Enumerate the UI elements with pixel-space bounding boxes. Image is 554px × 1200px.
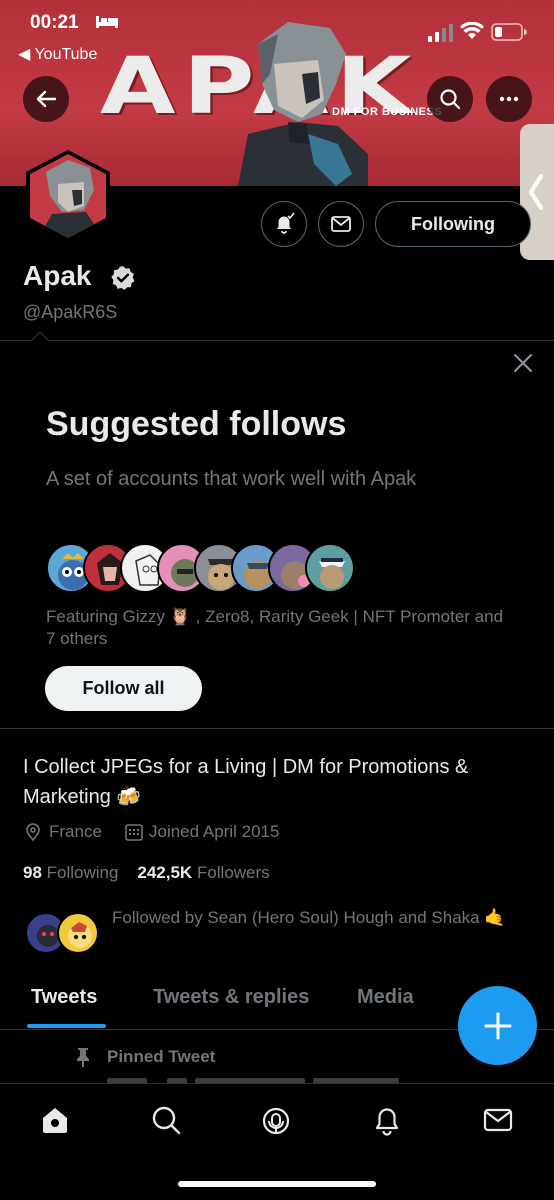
following-count: 98 bbox=[23, 863, 42, 882]
compose-tweet-button[interactable] bbox=[458, 986, 537, 1065]
nav-search[interactable] bbox=[148, 1102, 184, 1138]
followers-count: 242,5K bbox=[137, 863, 193, 882]
search-icon bbox=[440, 89, 461, 110]
suggestion-pointer bbox=[31, 332, 49, 341]
close-icon[interactable] bbox=[510, 350, 536, 376]
tab-tweets-and-replies[interactable]: Tweets & replies bbox=[153, 986, 309, 1009]
more-options-button[interactable] bbox=[486, 76, 532, 122]
banner-subtitle: DM FOR BUSINESS bbox=[332, 106, 443, 118]
profile-name: Apak bbox=[23, 260, 92, 291]
suggested-featuring-text: Featuring Gizzy 🦉 , Zero8, Rarity Geek |… bbox=[46, 607, 504, 648]
calendar-icon bbox=[125, 824, 143, 841]
profile-location: France bbox=[23, 822, 102, 842]
profile-avatar[interactable] bbox=[22, 150, 114, 242]
message-button[interactable] bbox=[318, 201, 364, 247]
notifications-icon bbox=[375, 1108, 399, 1136]
profile-stats: 98 Following 242,5K Followers bbox=[23, 863, 270, 883]
joined-text: Joined April 2015 bbox=[149, 822, 280, 841]
followed-by-text[interactable]: Followed by Sean (Hero Soul) Hough and S… bbox=[112, 906, 522, 930]
battery-icon bbox=[491, 23, 527, 41]
nav-notifications[interactable] bbox=[369, 1102, 405, 1138]
arrow-left-icon bbox=[36, 90, 57, 108]
tab-media[interactable]: Media bbox=[357, 986, 414, 1009]
wifi-icon bbox=[460, 22, 484, 39]
status-time: 00:21 bbox=[30, 12, 79, 33]
chevron-left-icon bbox=[529, 174, 543, 210]
profile-joined: Joined April 2015 bbox=[124, 822, 279, 842]
followers-label: Followers bbox=[196, 863, 270, 882]
tab-tweets[interactable]: Tweets bbox=[31, 986, 97, 1009]
suggested-avatar-8[interactable] bbox=[305, 543, 355, 593]
notifications-toggle-button[interactable] bbox=[261, 201, 307, 247]
follow-all-button[interactable]: Follow all bbox=[45, 666, 202, 711]
back-to-youtube-link[interactable]: ◀ YouTube bbox=[18, 44, 97, 64]
follower-avatar-shaka[interactable] bbox=[57, 912, 99, 954]
home-indicator[interactable] bbox=[178, 1181, 376, 1187]
back-button[interactable] bbox=[23, 76, 69, 122]
plus-icon bbox=[484, 1012, 511, 1039]
following-stat[interactable]: 98 Following bbox=[23, 863, 118, 882]
pin-icon bbox=[77, 1048, 89, 1067]
location-text: France bbox=[49, 822, 102, 841]
divider bbox=[0, 728, 554, 729]
spaces-icon bbox=[262, 1107, 290, 1135]
active-tab-indicator bbox=[27, 1024, 106, 1028]
messages-icon bbox=[483, 1108, 513, 1132]
following-button[interactable]: Following bbox=[375, 201, 531, 247]
cellular-signal-icon bbox=[428, 24, 453, 42]
location-pin-icon bbox=[26, 823, 40, 842]
nav-home[interactable] bbox=[37, 1102, 73, 1138]
followers-stat[interactable]: 242,5K Followers bbox=[137, 863, 269, 882]
sleep-mode-icon bbox=[96, 16, 118, 28]
status-bar: 00:21 ◀ YouTube bbox=[0, 0, 554, 63]
nav-spaces[interactable] bbox=[258, 1102, 294, 1138]
side-overlay-handle[interactable] bbox=[520, 124, 554, 260]
suggested-follows-subtitle: A set of accounts that work well with Ap… bbox=[46, 468, 417, 490]
profile-bio: I Collect JPEGs for a Living | DM for Pr… bbox=[23, 756, 469, 808]
search-icon bbox=[152, 1106, 181, 1135]
verified-badge-icon[interactable] bbox=[110, 265, 136, 291]
divider bbox=[0, 340, 554, 341]
home-icon bbox=[43, 1108, 67, 1133]
profile-handle: @ApakR6S bbox=[23, 302, 118, 322]
more-dots-icon bbox=[499, 96, 519, 102]
bell-check-icon bbox=[277, 212, 295, 234]
search-profile-button[interactable] bbox=[427, 76, 473, 122]
pinned-tweet-label: Pinned Tweet bbox=[107, 1047, 216, 1066]
envelope-icon bbox=[331, 216, 351, 232]
suggested-follows-title: Suggested follows bbox=[46, 405, 347, 443]
nav-messages[interactable] bbox=[480, 1102, 516, 1138]
following-label: Following bbox=[46, 863, 119, 882]
